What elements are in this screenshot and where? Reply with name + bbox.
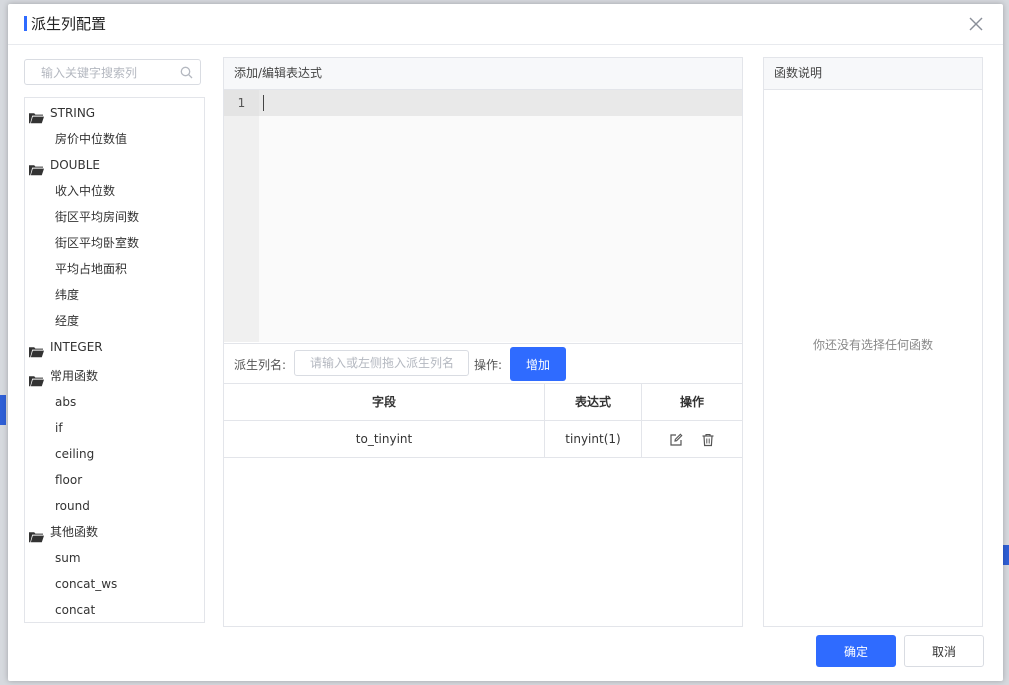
function-doc-panel: 函数说明 你还没有选择任何函数 bbox=[763, 57, 983, 627]
background-strip bbox=[1003, 545, 1009, 565]
header-expression: 表达式 bbox=[545, 384, 642, 420]
tree-group[interactable]: 常用函数 bbox=[25, 363, 98, 389]
tree-item[interactable]: ceiling bbox=[25, 441, 94, 467]
header-actions: 操作 bbox=[679, 395, 704, 409]
tree-item[interactable]: 经度 bbox=[25, 308, 79, 334]
operation-label: 操作: bbox=[474, 358, 503, 372]
tree-group-label: STRING bbox=[50, 106, 96, 120]
tree-group[interactable]: DOUBLE bbox=[25, 152, 100, 178]
cancel-button[interactable]: 取消 bbox=[904, 635, 984, 667]
tree-item[interactable]: 收入中位数 bbox=[25, 178, 115, 204]
add-button[interactable]: 增加 bbox=[510, 347, 566, 381]
tree-group-label: 其他函数 bbox=[50, 525, 99, 539]
background-strip bbox=[0, 395, 6, 425]
edit-icon[interactable] bbox=[669, 433, 683, 447]
dialog-header: 派生列配置 bbox=[8, 4, 1003, 45]
tree-group[interactable]: INTEGER bbox=[25, 334, 103, 360]
table-row: to_tinyint tinyint(1) bbox=[224, 421, 742, 458]
close-icon[interactable] bbox=[967, 15, 985, 33]
editor-header: 添加/编辑表达式 bbox=[224, 58, 742, 90]
derived-column-dialog: 派生列配置 STRING 房价中位数值 DOUBLE 收入中位数街区平均房间数街区平均… bbox=[8, 4, 1003, 681]
doc-empty-text: 你还没有选择任何函数 bbox=[812, 338, 933, 352]
folder-icon bbox=[29, 370, 44, 386]
line-number: 1 bbox=[224, 90, 259, 116]
column-search-input[interactable] bbox=[39, 60, 183, 86]
derived-columns-table: 字段 表达式 操作 to_tinyint tinyint(1) bbox=[224, 383, 742, 458]
expression-cell: tinyint(1) bbox=[545, 421, 642, 457]
title-accent-bar bbox=[24, 16, 27, 31]
code-area: 1 bbox=[224, 90, 742, 342]
tree-group-label: 常用函数 bbox=[50, 369, 99, 383]
text-cursor bbox=[263, 95, 264, 111]
expression-editor[interactable] bbox=[259, 116, 742, 342]
tree-item[interactable]: if bbox=[25, 415, 63, 441]
tree-group-label: DOUBLE bbox=[50, 158, 100, 172]
tree-item[interactable]: abs bbox=[25, 389, 76, 415]
doc-header: 函数说明 bbox=[764, 58, 982, 90]
trash-icon[interactable] bbox=[701, 433, 715, 447]
tree-item[interactable]: round bbox=[25, 493, 90, 519]
line-gutter bbox=[224, 90, 259, 342]
tree-item[interactable]: floor bbox=[25, 467, 82, 493]
tree-item[interactable]: 街区平均卧室数 bbox=[25, 230, 139, 256]
expression-editor-panel: 添加/编辑表达式 1 派生列名: 操作: 增加 字段 表达式 操作 to_tin… bbox=[223, 57, 743, 627]
derive-name-label: 派生列名: bbox=[234, 358, 287, 372]
field-cell: to_tinyint bbox=[224, 421, 545, 457]
table-header-row: 字段 表达式 操作 bbox=[224, 384, 742, 421]
tree-item[interactable]: 平均占地面积 bbox=[25, 256, 127, 282]
folder-icon bbox=[29, 159, 44, 175]
active-line[interactable] bbox=[259, 90, 742, 116]
tree-group-label: INTEGER bbox=[50, 340, 103, 354]
folder-icon bbox=[29, 341, 44, 357]
folder-icon bbox=[29, 526, 44, 542]
search-icon[interactable] bbox=[180, 66, 193, 79]
dialog-title: 派生列配置 bbox=[31, 15, 107, 33]
tree-group[interactable]: 其他函数 bbox=[25, 519, 98, 545]
derive-name-input[interactable] bbox=[294, 350, 469, 376]
column-tree: STRING 房价中位数值 DOUBLE 收入中位数 街区平均房间数 街区平均卧室数 平均占… bbox=[24, 97, 205, 623]
tree-item[interactable]: 房价中位数值 bbox=[25, 126, 127, 152]
header-field: 字段 bbox=[224, 384, 545, 420]
confirm-button[interactable]: 确定 bbox=[816, 635, 896, 667]
tree-group[interactable]: STRING bbox=[25, 100, 95, 126]
column-search-box bbox=[24, 59, 201, 86]
tree-item[interactable]: concat bbox=[25, 597, 95, 622]
folder-icon bbox=[29, 107, 44, 123]
tree-item[interactable]: concat_ws bbox=[25, 571, 117, 597]
actions-cell bbox=[642, 421, 742, 457]
tree-item[interactable]: sum bbox=[25, 545, 81, 571]
tree-item[interactable]: 纬度 bbox=[25, 282, 79, 308]
derive-row: 派生列名: 操作: 增加 bbox=[224, 343, 742, 384]
tree-item[interactable]: 街区平均房间数 bbox=[25, 204, 139, 230]
